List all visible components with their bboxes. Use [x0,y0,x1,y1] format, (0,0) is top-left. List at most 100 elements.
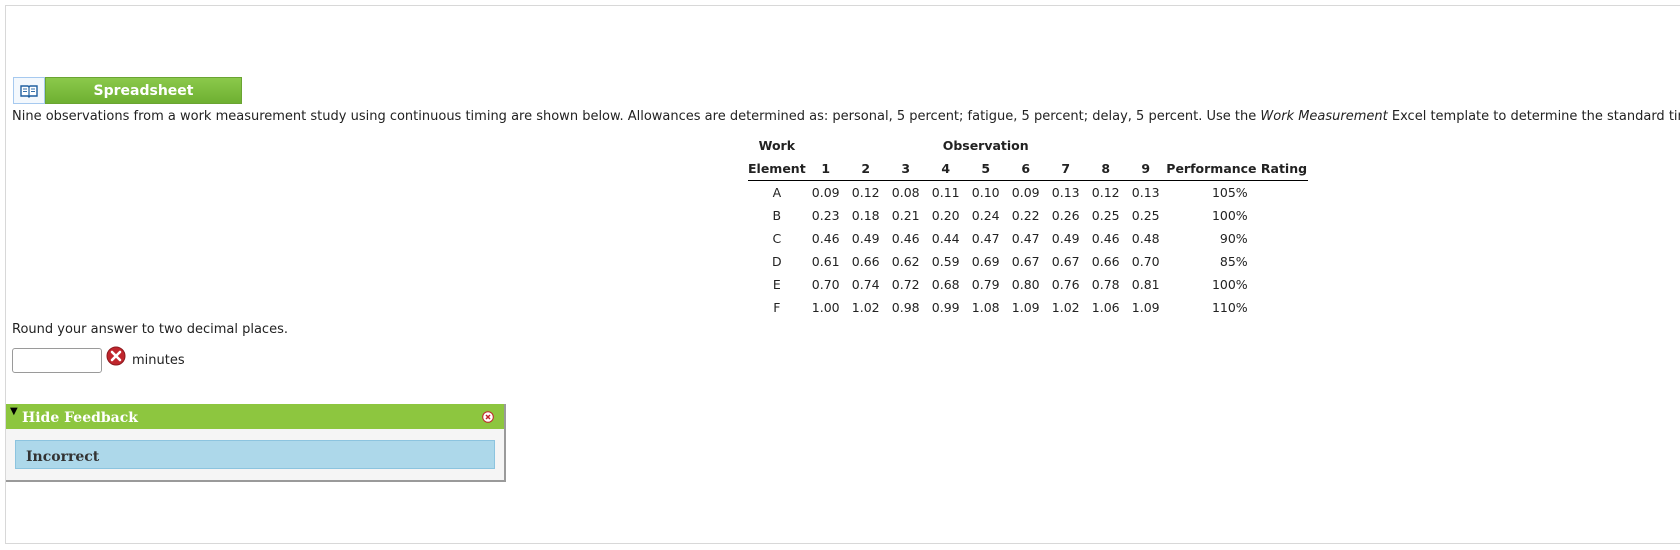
table-row: F 1.00 1.02 0.98 0.99 1.08 1.09 1.02 1.06 1.09 110… [748,296,1308,319]
hide-feedback-toggle[interactable]: ▼ Hide Feedback [6,404,504,429]
observation-cell: 1.00 [811,300,840,315]
intro-text-after: Excel template to determine the standard… [1391,109,1680,124]
observation-cell: 0.12 [1091,185,1120,200]
observation-cell: 0.46 [1091,231,1120,246]
observation-cell: 0.44 [931,231,960,246]
observation-number-header: 9 [1125,157,1166,181]
observation-cell: 0.67 [1051,254,1080,269]
table-row: C 0.46 0.49 0.46 0.44 0.47 0.47 0.49 0.46 0.48 90% [748,227,1308,250]
observation-cell: 0.68 [931,277,960,292]
observation-cell: 0.25 [1091,208,1120,223]
intro-text-before: Nine observations from a work measuremen… [12,109,1261,124]
header-performance-rating: Performance Rating [1165,157,1308,181]
header-element: Element [748,157,806,181]
observation-cell: 0.13 [1131,185,1160,200]
table-row: D 0.61 0.66 0.62 0.59 0.69 0.67 0.67 0.66 0.70 85% [748,250,1308,273]
answer-input[interactable] [12,348,102,373]
observation-cell: 0.70 [811,277,840,292]
observation-number-header: 6 [1005,157,1046,181]
observation-cell: 0.18 [851,208,880,223]
observation-cell: 0.20 [931,208,960,223]
observation-cell: 0.67 [1011,254,1040,269]
observation-cell: 0.70 [1131,254,1160,269]
observation-cell: 0.72 [891,277,920,292]
close-icon[interactable] [482,411,494,423]
observation-cell: 0.98 [891,300,920,315]
observation-cell: 0.78 [1091,277,1120,292]
observation-number-header: 5 [965,157,1006,181]
table-row: A 0.09 0.12 0.08 0.11 0.10 0.09 0.13 0.12 0.13 105… [748,181,1308,205]
observation-cell: 0.13 [1051,185,1080,200]
observation-cell: 0.49 [851,231,880,246]
observation-cell: 0.25 [1131,208,1160,223]
observation-number-header: 8 [1085,157,1126,181]
observation-cell: 1.06 [1091,300,1120,315]
table-body: A 0.09 0.12 0.08 0.11 0.10 0.09 0.13 0.12 0.13 105… [748,181,1308,320]
feedback-panel: ▼ Hide Feedback Incorrect [6,404,506,482]
observation-cell: 0.09 [1011,185,1040,200]
observation-cell: 0.66 [1091,254,1120,269]
observation-cell: 1.02 [1051,300,1080,315]
observation-number-header: 1 [805,157,846,181]
observation-cell: 1.08 [971,300,1000,315]
element-cell: E [772,277,781,292]
observation-table: Work Observation Element 1 2 3 4 5 6 7 8 9 Perfor… [748,134,1308,319]
observation-cell: 0.23 [811,208,840,223]
element-cell: F [773,300,781,315]
observation-cell: 0.49 [1051,231,1080,246]
element-cell: C [772,231,782,246]
observation-cell: 0.09 [811,185,840,200]
header-work: Work [758,138,796,153]
observation-cell: 0.08 [891,185,920,200]
observation-cell: 0.47 [971,231,1000,246]
feedback-result: Incorrect [15,440,495,469]
observation-cell: 1.09 [1011,300,1040,315]
observation-cell: 0.59 [931,254,960,269]
answer-row: minutes [12,346,185,373]
observation-number-header: 4 [925,157,966,181]
problem-statement: Nine observations from a work measuremen… [12,109,1680,125]
observation-cell: 1.09 [1131,300,1160,315]
observation-cell: 0.80 [1011,277,1040,292]
book-icon[interactable] [13,77,45,104]
observation-cell: 0.11 [931,185,960,200]
observation-cell: 0.76 [1051,277,1080,292]
element-cell: D [772,254,782,269]
observation-cell: 0.99 [931,300,960,315]
observation-number-header: 2 [845,157,886,181]
element-cell: A [772,185,782,200]
observation-number-header: 3 [885,157,926,181]
rating-cell: 85% [1219,254,1248,269]
observation-cell: 0.24 [971,208,1000,223]
rating-cell: 100% [1211,208,1248,223]
observation-cell: 0.12 [851,185,880,200]
unit-label: minutes [132,353,185,368]
observation-cell: 0.21 [891,208,920,223]
header-blank [1166,134,1308,157]
observation-cell: 0.46 [891,231,920,246]
observation-cell: 0.48 [1131,231,1160,246]
spreadsheet-bar: Spreadsheet [13,77,242,104]
round-instruction: Round your answer to two decimal places. [12,322,288,337]
rating-cell: 110% [1211,300,1248,315]
rating-cell: 90% [1219,231,1248,246]
rating-cell: 105% [1211,185,1248,200]
table-row: E 0.70 0.74 0.72 0.68 0.79 0.80 0.76 0.78 0.81 100… [748,273,1308,296]
observation-cell: 0.61 [811,254,840,269]
observation-cell: 0.22 [1011,208,1040,223]
intro-emphasis: Work Measurement [1260,109,1388,124]
observation-cell: 0.47 [1011,231,1040,246]
rating-cell: 100% [1211,277,1248,292]
spreadsheet-button[interactable]: Spreadsheet [45,77,242,104]
observation-cell: 0.79 [971,277,1000,292]
table-header-row-1: Work Observation [748,134,1308,157]
table-header-row-2: Element 1 2 3 4 5 6 7 8 9 Performance Rating [748,157,1308,181]
observation-cell: 0.62 [891,254,920,269]
observation-cell: 0.66 [851,254,880,269]
header-observation: Observation [942,138,1029,153]
element-cell: B [772,208,782,223]
observation-cell: 0.81 [1131,277,1160,292]
observation-cell: 0.46 [811,231,840,246]
observation-cell: 0.69 [971,254,1000,269]
error-x-icon [106,346,126,365]
